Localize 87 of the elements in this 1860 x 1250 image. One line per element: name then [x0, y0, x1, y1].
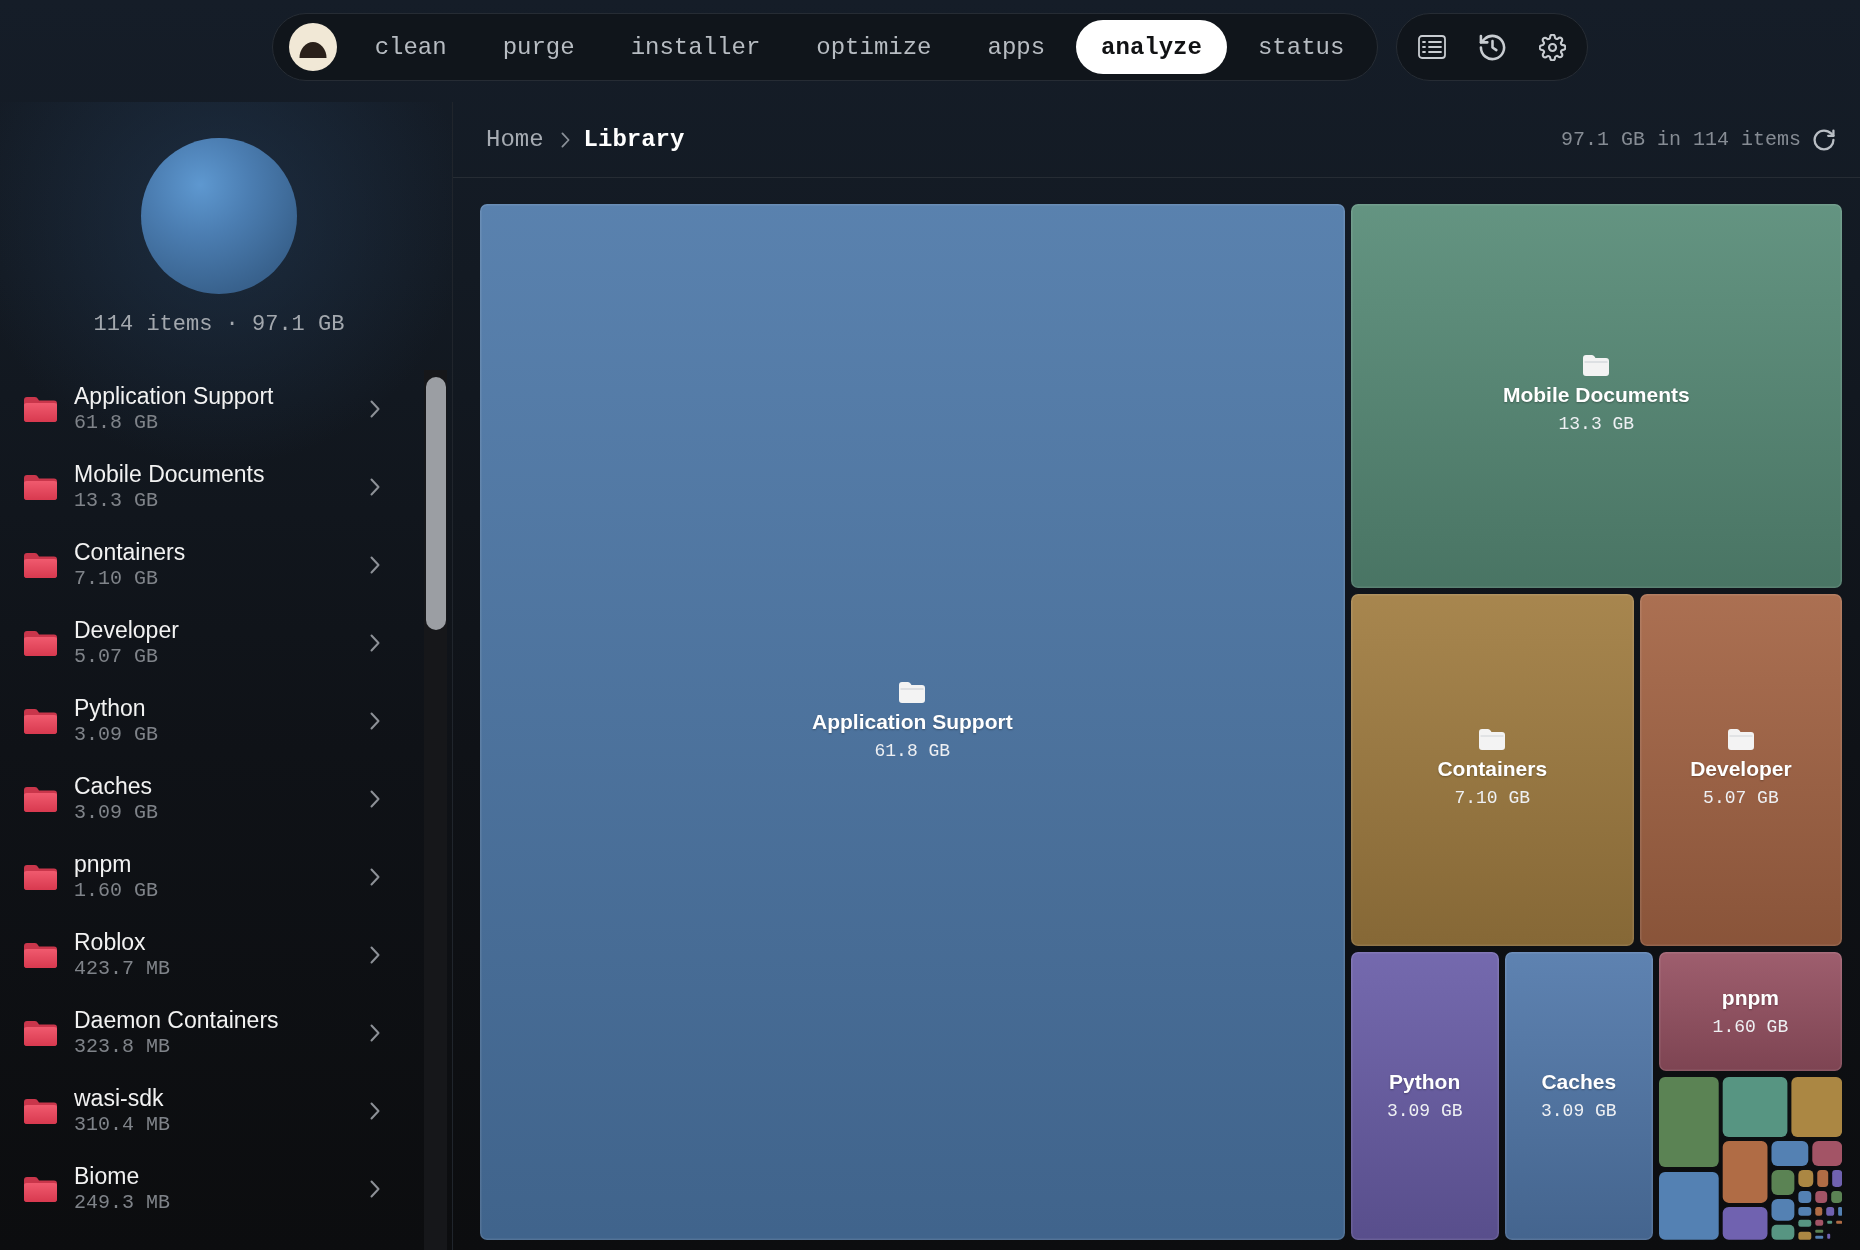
- list-icon[interactable]: [1418, 35, 1447, 59]
- treemap-tile[interactable]: [1812, 1141, 1842, 1167]
- folder-list-item[interactable]: Application Support 61.8 GB: [24, 370, 424, 448]
- item-summary: 97.1 GB in 114 items: [1560, 128, 1801, 151]
- folder-icon: [24, 1098, 57, 1124]
- folder-list-item[interactable]: Biome 249.3 MB: [24, 1150, 424, 1228]
- folder-list-item[interactable]: Python 3.09 GB: [24, 682, 424, 760]
- folder-list-item[interactable]: Roblox 423.7 MB: [24, 916, 424, 994]
- treemap-tile[interactable]: [1836, 1221, 1842, 1224]
- folder-icon: [24, 864, 57, 890]
- treemap-tile[interactable]: [1831, 1191, 1842, 1204]
- chevron-right-icon: [370, 790, 380, 808]
- breadcrumb-link[interactable]: Home: [486, 126, 544, 153]
- treemap-tile[interactable]: [1658, 1077, 1719, 1168]
- treemap-tile[interactable]: Containers 7.10 GB: [1350, 593, 1634, 947]
- chevron-right-icon: [370, 478, 380, 496]
- treemap-tile[interactable]: [1771, 1170, 1795, 1196]
- treemap-tile[interactable]: [1722, 1207, 1768, 1240]
- chevron-right-icon: [370, 1180, 380, 1198]
- folder-icon: [24, 942, 57, 968]
- treemap-tile[interactable]: [1815, 1230, 1824, 1233]
- treemap-tile[interactable]: [1798, 1191, 1812, 1204]
- folder-icon: [24, 1176, 57, 1202]
- treemap-tile[interactable]: [1771, 1141, 1809, 1167]
- treemap-tile[interactable]: [1771, 1225, 1795, 1240]
- folder-icon: [24, 630, 57, 656]
- logo-icon[interactable]: [288, 23, 337, 71]
- chevron-right-icon: [370, 1102, 380, 1120]
- treemap-tile[interactable]: [1798, 1170, 1814, 1188]
- treemap-tile[interactable]: Developer 5.07 GB: [1639, 593, 1842, 947]
- chevron-right-icon: [560, 131, 570, 148]
- chevron-right-icon: [370, 712, 380, 730]
- treemap-tile[interactable]: [1722, 1141, 1768, 1204]
- treemap-tile[interactable]: [1838, 1207, 1842, 1216]
- chevron-right-icon: [370, 400, 380, 418]
- treemap-tile[interactable]: Caches 3.09 GB: [1504, 952, 1653, 1240]
- nav-tab[interactable]: status: [1232, 20, 1370, 74]
- chevron-right-icon: [370, 868, 380, 886]
- nav-tab[interactable]: apps: [962, 20, 1071, 74]
- treemap-tile[interactable]: Mobile Documents 13.3 GB: [1350, 204, 1842, 588]
- treemap-tile[interactable]: [1798, 1232, 1812, 1240]
- chevron-right-icon: [370, 634, 380, 652]
- folder-list-item[interactable]: Caches 3.09 GB: [24, 760, 424, 838]
- treemap-tile[interactable]: [1798, 1207, 1812, 1216]
- treemap-tile[interactable]: Application Support 61.8 GB: [480, 204, 1345, 1240]
- treemap-tile[interactable]: [1815, 1220, 1824, 1226]
- folder-icon: [24, 786, 57, 812]
- treemap-tile[interactable]: pnpm 1.60 GB: [1658, 952, 1842, 1072]
- chevron-right-icon: [370, 1024, 380, 1042]
- treemap-tile[interactable]: [1826, 1207, 1835, 1216]
- refresh-icon[interactable]: [1813, 128, 1835, 151]
- folder-list-item[interactable]: Mobile Documents 13.3 GB: [24, 448, 424, 526]
- folder-list-item[interactable]: Developer 5.07 GB: [24, 604, 424, 682]
- nav-tab[interactable]: clean: [349, 20, 472, 74]
- treemap-tile[interactable]: [1815, 1236, 1824, 1239]
- chevron-right-icon: [370, 946, 380, 964]
- treemap-tile[interactable]: [1832, 1170, 1842, 1188]
- breadcrumb-current: Library: [583, 126, 685, 153]
- chevron-right-icon: [370, 556, 380, 574]
- folder-icon: [24, 1020, 57, 1046]
- nav-tab[interactable]: optimize: [791, 20, 957, 74]
- treemap-tile[interactable]: [1827, 1221, 1833, 1224]
- nav-tab[interactable]: analyze: [1076, 20, 1227, 74]
- nav-tab[interactable]: installer: [605, 20, 786, 74]
- folder-list-item[interactable]: pnpm 1.60 GB: [24, 838, 424, 916]
- scrollbar-thumb[interactable]: [425, 377, 446, 630]
- treemap-tile[interactable]: [1798, 1220, 1812, 1227]
- folder-icon: [24, 474, 57, 500]
- treemap-tile[interactable]: [1722, 1077, 1788, 1138]
- folder-icon: [24, 708, 57, 734]
- folder-list-item[interactable]: Daemon Containers 323.8 MB: [24, 994, 424, 1072]
- nav-tab[interactable]: purge: [477, 20, 600, 74]
- treemap-tile[interactable]: [1815, 1207, 1823, 1216]
- settings-icon[interactable]: [1538, 33, 1566, 61]
- treemap-tile[interactable]: [1791, 1077, 1842, 1138]
- folder-icon: [24, 396, 57, 422]
- treemap-tile[interactable]: Python 3.09 GB: [1350, 952, 1499, 1240]
- treemap-tile[interactable]: [1815, 1191, 1828, 1204]
- treemap-tile[interactable]: [1771, 1199, 1795, 1221]
- storage-summary: 114 items · 97.1 GB: [93, 311, 345, 339]
- folder-icon: [24, 552, 57, 578]
- treemap-tile[interactable]: [1827, 1234, 1831, 1239]
- treemap-tile[interactable]: [1658, 1172, 1719, 1240]
- folder-list-item[interactable]: Containers 7.10 GB: [24, 526, 424, 604]
- history-icon[interactable]: [1478, 33, 1506, 61]
- folder-list-item[interactable]: wasi-sdk 310.4 MB: [24, 1072, 424, 1150]
- treemap-tile[interactable]: [1817, 1170, 1829, 1188]
